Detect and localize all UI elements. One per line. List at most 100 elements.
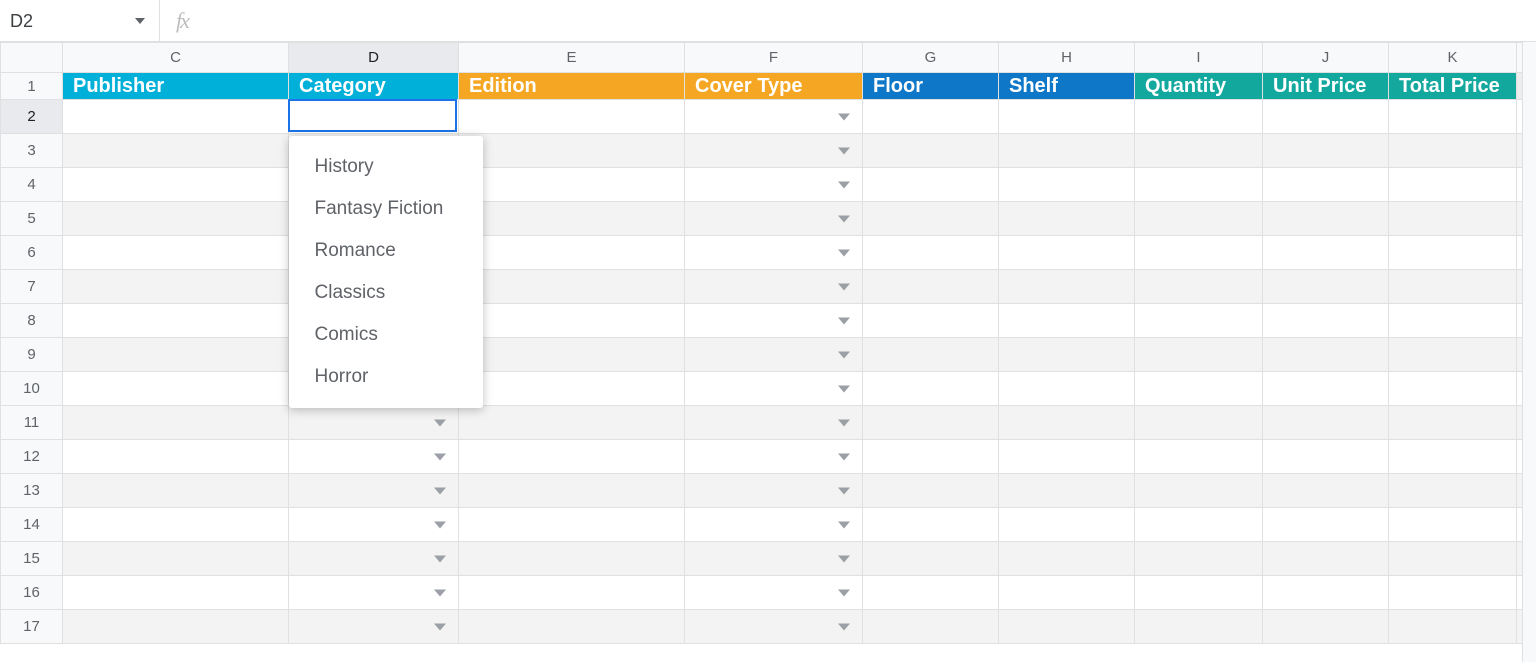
column-header-h[interactable]: H [999,43,1135,73]
header-publisher[interactable]: Publisher [63,73,289,100]
cell-E10[interactable] [459,372,685,406]
cell-E7[interactable] [459,270,685,304]
dropdown-option[interactable]: Fantasy Fiction [289,188,483,230]
cell-H4[interactable] [999,168,1135,202]
cell-I9[interactable] [1135,338,1263,372]
header-unit-price[interactable]: Unit Price [1263,73,1389,100]
cell-E12[interactable] [459,440,685,474]
header-category[interactable]: Category [289,73,459,100]
dropdown-arrow-icon[interactable] [838,385,850,392]
cell-I5[interactable] [1135,202,1263,236]
cell-F8[interactable] [685,304,863,338]
cell-E4[interactable] [459,168,685,202]
cell-H12[interactable] [999,440,1135,474]
cell-G5[interactable] [863,202,999,236]
cell-C16[interactable] [63,576,289,610]
cell-I3[interactable] [1135,134,1263,168]
cell-K7[interactable] [1389,270,1517,304]
cell-E17[interactable] [459,610,685,644]
cell-E14[interactable] [459,508,685,542]
column-header-g[interactable]: G [863,43,999,73]
cell-F15[interactable] [685,542,863,576]
cell-I16[interactable] [1135,576,1263,610]
dropdown-arrow-icon[interactable] [434,487,446,494]
spreadsheet-grid[interactable]: C D E F G H I J K 1 Publisher Category E… [0,42,1536,644]
column-header-k[interactable]: K [1389,43,1517,73]
row-header-8[interactable]: 8 [1,304,63,338]
cell-K17[interactable] [1389,610,1517,644]
cell-E13[interactable] [459,474,685,508]
cell-K9[interactable] [1389,338,1517,372]
cell-G3[interactable] [863,134,999,168]
cell-F12[interactable] [685,440,863,474]
cell-E5[interactable] [459,202,685,236]
dropdown-arrow-icon[interactable] [838,623,850,630]
cell-E16[interactable] [459,576,685,610]
dropdown-arrow-icon[interactable] [838,147,850,154]
cell-C14[interactable] [63,508,289,542]
dropdown-arrow-icon[interactable] [838,589,850,596]
chevron-down-icon[interactable] [135,18,145,24]
cell-K10[interactable] [1389,372,1517,406]
cell-K8[interactable] [1389,304,1517,338]
cell-I6[interactable] [1135,236,1263,270]
cell-G11[interactable] [863,406,999,440]
dropdown-option[interactable]: History [289,146,483,188]
dropdown-arrow-icon[interactable] [434,453,446,460]
cell-H6[interactable] [999,236,1135,270]
cell-K5[interactable] [1389,202,1517,236]
dropdown-arrow-icon[interactable] [434,521,446,528]
dropdown-arrow-icon[interactable] [838,521,850,528]
cell-I7[interactable] [1135,270,1263,304]
cell-C3[interactable] [63,134,289,168]
cell-I8[interactable] [1135,304,1263,338]
cell-C2[interactable] [63,100,289,134]
cell-E9[interactable] [459,338,685,372]
cell-H8[interactable] [999,304,1135,338]
select-all-corner[interactable] [1,43,63,73]
cell-K3[interactable] [1389,134,1517,168]
cell-H11[interactable] [999,406,1135,440]
cell-G4[interactable] [863,168,999,202]
row-header-14[interactable]: 14 [1,508,63,542]
cell-J9[interactable] [1263,338,1389,372]
cell-C6[interactable] [63,236,289,270]
cell-G16[interactable] [863,576,999,610]
header-total-price[interactable]: Total Price [1389,73,1517,100]
cell-E11[interactable] [459,406,685,440]
cell-J17[interactable] [1263,610,1389,644]
dropdown-arrow-icon[interactable] [838,215,850,222]
cell-D2[interactable] [289,100,459,134]
cell-C5[interactable] [63,202,289,236]
cell-E15[interactable] [459,542,685,576]
category-dropdown[interactable]: History Fantasy Fiction Romance Classics… [289,136,483,408]
cell-F9[interactable] [685,338,863,372]
cell-E8[interactable] [459,304,685,338]
cell-D11[interactable] [289,406,459,440]
cell-D14[interactable] [289,508,459,542]
cell-H3[interactable] [999,134,1135,168]
cell-I13[interactable] [1135,474,1263,508]
cell-C15[interactable] [63,542,289,576]
cell-F16[interactable] [685,576,863,610]
dropdown-option[interactable]: Romance [289,230,483,272]
cell-D12[interactable] [289,440,459,474]
cell-I15[interactable] [1135,542,1263,576]
dropdown-arrow-icon[interactable] [838,283,850,290]
cell-C7[interactable] [63,270,289,304]
dropdown-arrow-icon[interactable] [434,555,446,562]
dropdown-arrow-icon[interactable] [838,317,850,324]
cell-J11[interactable] [1263,406,1389,440]
row-header-2[interactable]: 2 [1,100,63,134]
cell-H15[interactable] [999,542,1135,576]
cell-I2[interactable] [1135,100,1263,134]
cell-G12[interactable] [863,440,999,474]
column-header-i[interactable]: I [1135,43,1263,73]
vertical-scrollbar[interactable] [1522,42,1536,662]
formula-input[interactable] [206,0,1526,41]
cell-I4[interactable] [1135,168,1263,202]
column-header-j[interactable]: J [1263,43,1389,73]
cell-J10[interactable] [1263,372,1389,406]
cell-C4[interactable] [63,168,289,202]
cell-K11[interactable] [1389,406,1517,440]
